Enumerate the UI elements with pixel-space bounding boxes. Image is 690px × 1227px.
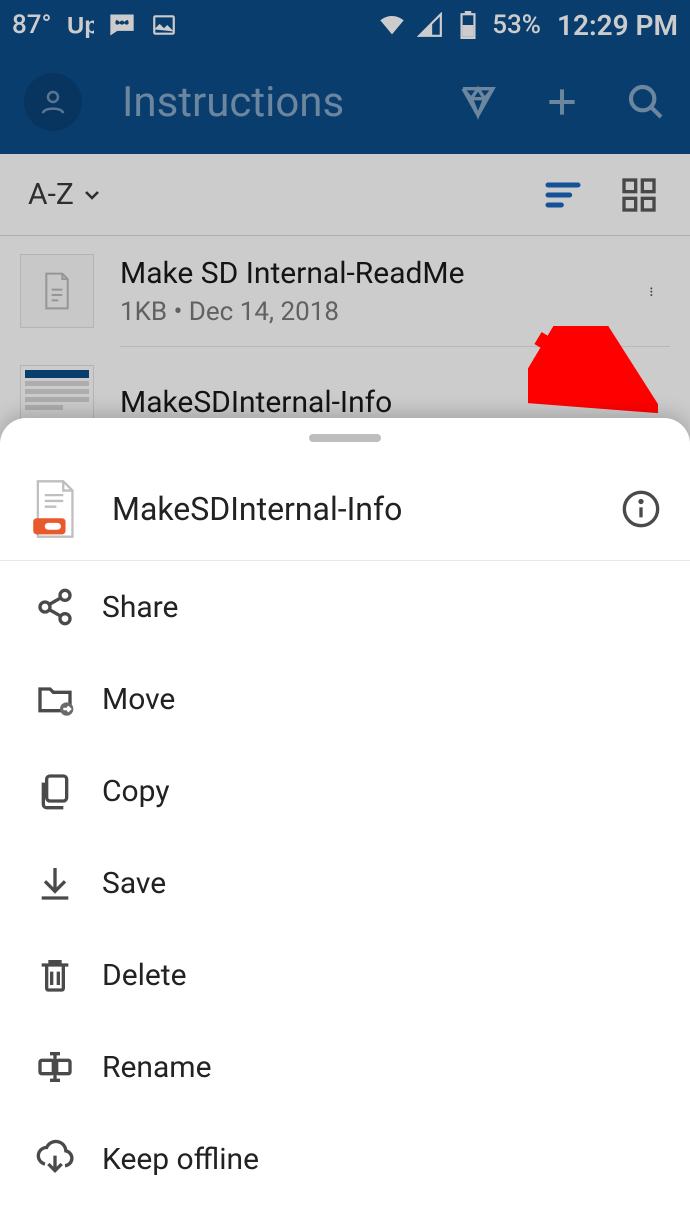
file-thumb-icon [20,254,94,328]
premium-icon[interactable] [458,82,498,122]
battery-percent: 53% [492,10,541,40]
signal-icon [416,11,444,39]
file-row[interactable]: Make SD Internal-ReadMe 1KB • Dec 14, 20… [0,236,690,346]
picture-icon [150,11,178,39]
file-more-button[interactable] [638,388,670,416]
grid-view-icon[interactable] [616,172,662,218]
battery-icon [454,11,482,39]
svg-text:Up: Up [67,13,94,38]
menu-delete[interactable]: Delete [0,929,690,1021]
menu-keep-offline[interactable]: Keep offline [0,1113,690,1205]
avatar[interactable] [24,73,82,131]
status-left: 87° Up [12,10,178,40]
message-icon [108,11,136,39]
file-name: MakeSDInternal-Info [120,385,638,420]
sort-label-text: A-Z [28,177,74,212]
file-name: Make SD Internal-ReadMe [120,256,638,291]
sheet-header: MakeSDInternal-Info [0,458,690,561]
menu-save[interactable]: Save [0,837,690,929]
rename-icon [26,1047,84,1087]
save-icon [26,863,84,903]
keep-offline-icon [26,1139,84,1179]
menu-label: Keep offline [102,1142,259,1177]
status-temperature: 87° [12,10,52,40]
menu-label: Rename [102,1050,212,1085]
info-button[interactable] [620,488,662,530]
sheet-handle[interactable] [309,434,381,442]
delete-icon [26,955,84,995]
move-icon [26,679,84,719]
menu-rename[interactable]: Rename [0,1021,690,1113]
copy-icon [26,771,84,811]
app-bar: Instructions [0,50,690,154]
sheet-title: MakeSDInternal-Info [112,490,620,528]
status-bar: 87° Up 53% 12:29 PM [0,0,690,50]
status-right: 53% 12:29 PM [378,9,678,42]
search-button[interactable] [626,82,666,122]
add-button[interactable] [542,82,582,122]
sort-bar: A-Z [0,154,690,236]
bottom-sheet: MakeSDInternal-Info Share Move Copy Save… [0,418,690,1227]
menu-label: Move [102,682,175,717]
menu-copy[interactable]: Copy [0,745,690,837]
menu-label: Copy [102,774,170,809]
sheet-file-icon [28,476,80,542]
file-meta: 1KB • Dec 14, 2018 [120,297,638,327]
menu-label: Share [102,590,178,625]
sort-lines-icon[interactable] [540,172,586,218]
menu-label: Save [102,866,166,901]
menu-move[interactable]: Move [0,653,690,745]
menu-share[interactable]: Share [0,561,690,653]
file-info: MakeSDInternal-Info [120,385,638,420]
menu-label: Delete [102,958,187,993]
app-actions [458,82,666,122]
wifi-icon [378,11,406,39]
file-info: Make SD Internal-ReadMe 1KB • Dec 14, 20… [120,256,638,327]
sort-dropdown[interactable]: A-Z [28,177,104,212]
share-icon [26,587,84,627]
status-time: 12:29 PM [557,9,678,42]
file-more-button[interactable] [638,277,670,305]
upwork-icon: Up [66,11,94,39]
page-title: Instructions [122,78,458,127]
